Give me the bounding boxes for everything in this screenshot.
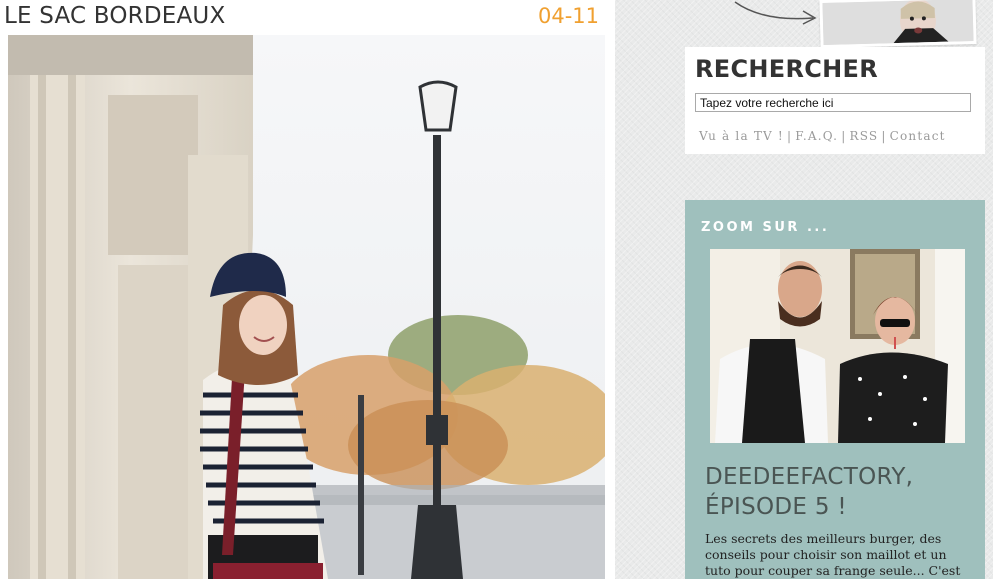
post-photo[interactable] xyxy=(8,35,605,579)
zoom-excerpt: Les secrets des meilleurs burger, des co… xyxy=(705,531,961,578)
post-title[interactable]: LE SAC BORDEAUX xyxy=(4,3,225,29)
sidebar-links: Vu à la TV ! | F.A.Q. | RSS | Contact xyxy=(699,129,946,143)
author-photo xyxy=(822,0,974,45)
sidebar: RECHERCHER Vu à la TV !|F.A.Q.|RSS|Conta… xyxy=(615,0,993,579)
search-widget: RECHERCHER Vu à la TV !|F.A.Q.|RSS|Conta… xyxy=(685,47,985,154)
link-rss[interactable]: RSS xyxy=(849,129,878,143)
zoom-widget: ZOOM SUR ... DEEDEEFACTORY, ÉPISODE 5 ! … xyxy=(685,200,985,579)
author-thumbnail[interactable] xyxy=(819,0,977,49)
link-contact[interactable]: Contact xyxy=(890,129,946,143)
post-photo-illustration xyxy=(8,35,605,579)
link-tv[interactable]: Vu à la TV ! xyxy=(699,129,784,143)
search-input[interactable] xyxy=(695,93,971,112)
link-faq[interactable]: F.A.Q. xyxy=(795,129,838,143)
zoom-photo xyxy=(710,249,965,443)
zoom-heading: ZOOM SUR ... xyxy=(701,220,830,235)
link-separator: | xyxy=(786,129,793,143)
post: LE SAC BORDEAUX 04-11 xyxy=(0,0,615,579)
hand-drawn-arrow-icon xyxy=(733,0,823,35)
post-date: 04-11 xyxy=(537,4,599,28)
link-separator: | xyxy=(841,129,847,143)
link-separator: | xyxy=(881,129,887,143)
search-title: RECHERCHER xyxy=(695,55,879,83)
zoom-title[interactable]: DEEDEEFACTORY, ÉPISODE 5 ! xyxy=(705,462,975,522)
zoom-image[interactable] xyxy=(710,249,965,443)
